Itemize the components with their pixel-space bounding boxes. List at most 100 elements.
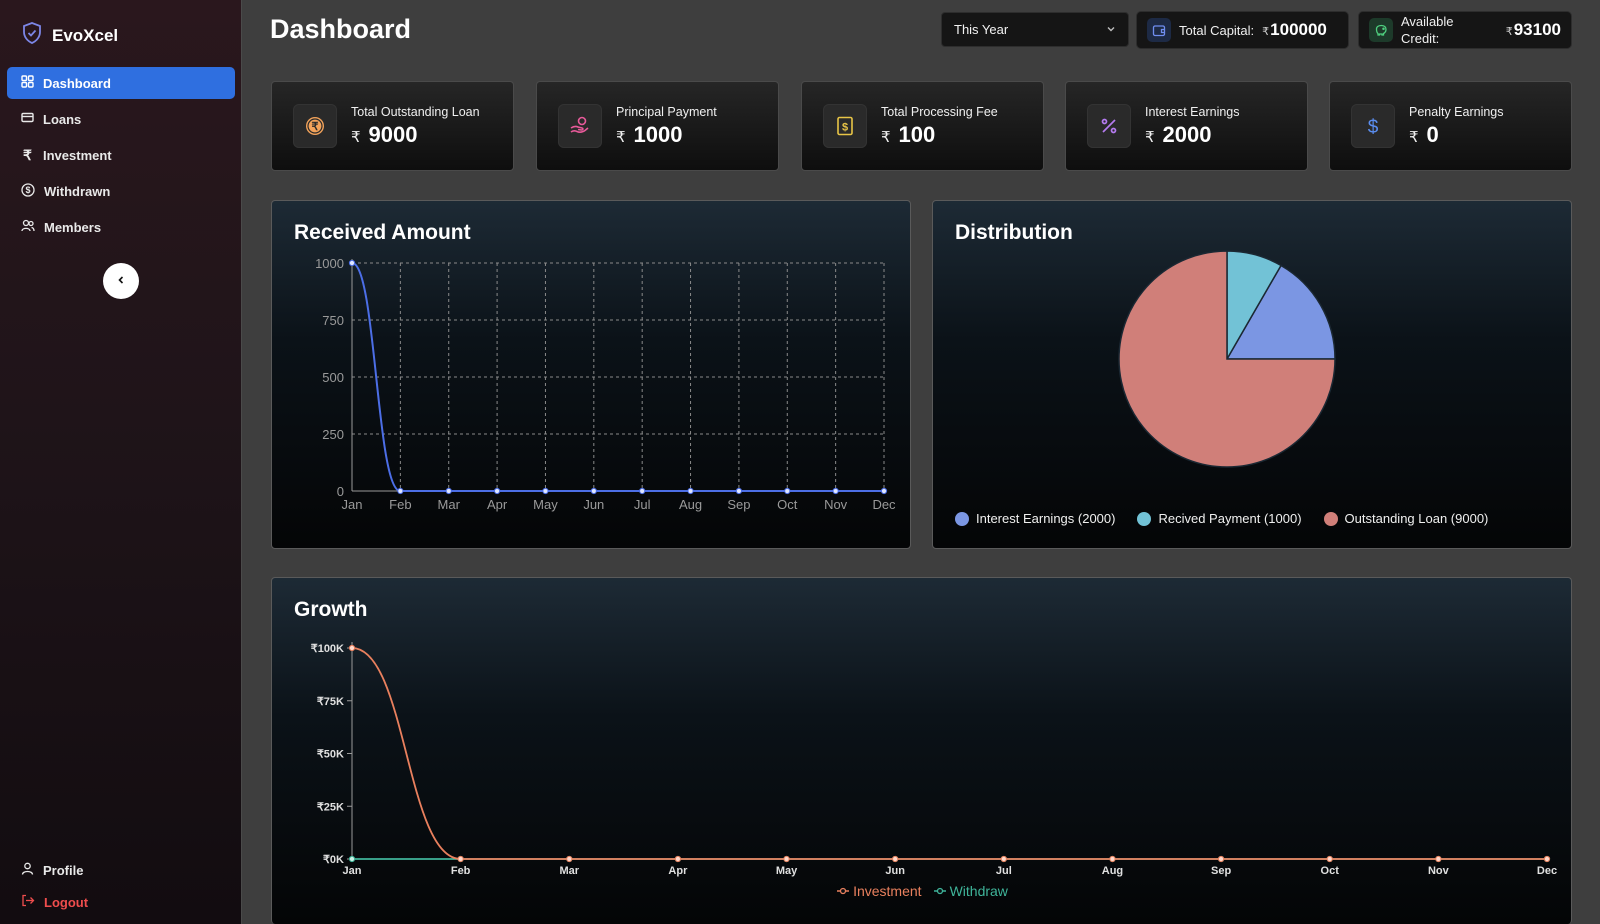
legend-swatch <box>1323 511 1338 526</box>
legend-item-withdraw[interactable]: Withdraw <box>933 883 1008 899</box>
data-point <box>735 487 743 495</box>
data-point <box>348 259 356 267</box>
received-amount-panel: Received Amount 0 250 500 750 1000 Jan Feb Mar A… <box>271 200 911 549</box>
sidebar-item-label: Logout <box>44 894 89 910</box>
stat-label: Penalty Earnings <box>1409 104 1504 119</box>
x-tick-label: Apr <box>487 497 508 512</box>
hand-coin-icon <box>558 104 602 148</box>
y-tick-label: ₹100K <box>311 643 344 655</box>
stat-card-penalty-earnings: $ Penalty Earnings ₹ 0 <box>1329 81 1572 171</box>
data-point <box>832 487 839 495</box>
card-icon <box>21 111 34 127</box>
available-credit-label: Available Credit: <box>1401 14 1454 46</box>
total-capital-value: 100000 <box>1270 20 1327 39</box>
legend-label: Outstanding Loan (9000) <box>1344 511 1489 526</box>
sidebar-item-members[interactable]: Members <box>7 211 235 243</box>
stat-value: 9000 <box>368 121 418 147</box>
sidebar-item-loans[interactable]: Loans <box>7 103 235 135</box>
sidebar-item-profile[interactable]: Profile <box>7 855 235 885</box>
data-point <box>493 487 501 495</box>
data-point <box>880 487 888 495</box>
data-point <box>445 487 452 495</box>
percent-icon <box>1087 104 1131 148</box>
wallet-icon <box>1147 18 1171 42</box>
stat-card-interest-earnings: Interest Earnings ₹ 2000 <box>1065 81 1308 171</box>
brand-name: EvoXcel <box>52 25 119 45</box>
available-credit-value: 93100 <box>1513 20 1561 39</box>
legend-item-interest[interactable]: Interest Earnings (2000) <box>955 511 1115 526</box>
stat-card-principal-payment: Principal Payment ₹ 1000 <box>536 81 779 171</box>
sidebar-nav: Dashboard Loans ₹ Investment $ Withdrawn… <box>7 67 235 247</box>
stat-card-processing-fee: $ Total Processing Fee ₹ 100 <box>801 81 1044 171</box>
available-credit-box: Available Credit: ₹93100 <box>1358 11 1572 49</box>
rupee-coin-icon: ₹ <box>293 104 337 148</box>
page-title: Dashboard <box>270 14 412 44</box>
chevron-left-icon <box>116 272 126 290</box>
distribution-pie-chart <box>1118 250 1336 468</box>
sidebar: EvoXcel Dashboard Loans ₹ Investment $ W… <box>0 0 242 924</box>
sidebar-item-label: Members <box>44 219 102 235</box>
sidebar-item-logout[interactable]: Logout <box>7 887 235 917</box>
legend-label: Investment <box>853 883 922 899</box>
data-point <box>590 487 597 495</box>
stat-currency: ₹ <box>1145 128 1155 146</box>
x-tick-label: Feb <box>451 865 471 877</box>
y-tick-label: ₹50K <box>317 749 344 761</box>
y-tick-label: ₹25K <box>317 801 344 813</box>
sidebar-item-label: Investment <box>43 147 112 163</box>
stat-currency: ₹ <box>616 128 626 146</box>
sidebar-item-label: Profile <box>43 862 84 878</box>
data-point <box>784 487 791 495</box>
sidebar-item-withdrawn[interactable]: $ Withdrawn <box>7 175 235 207</box>
x-tick-label: Nov <box>1428 865 1450 877</box>
legend-label: Interest Earnings (2000) <box>976 511 1116 526</box>
sidebar-item-label: Withdrawn <box>44 183 111 199</box>
dashboard-grid-icon <box>21 75 34 91</box>
data-point <box>783 855 790 863</box>
stat-card-outstanding-loan: ₹ Total Outstanding Loan ₹ 9000 <box>271 81 514 171</box>
received-amount-chart: 02505007501000Jan Feb Mar Apr May Jun Jul Aug Se… <box>315 256 896 512</box>
data-point <box>1000 855 1007 863</box>
data-point <box>639 487 646 495</box>
chevron-down-icon <box>1106 22 1116 37</box>
sidebar-item-dashboard[interactable]: Dashboard <box>7 67 235 99</box>
data-point <box>457 855 464 863</box>
logout-icon <box>21 894 35 910</box>
x-tick-label: Mar <box>559 865 579 877</box>
collapse-sidebar-button[interactable] <box>103 263 139 299</box>
x-tick-label: Feb <box>389 497 411 512</box>
svg-text:$: $ <box>25 185 30 195</box>
user-icon <box>21 862 34 878</box>
stat-value: 100 <box>898 121 936 147</box>
total-capital-box: Total Capital: ₹100000 <box>1136 11 1349 49</box>
x-tick-label: Oct <box>1321 865 1340 877</box>
x-tick-label: Dec <box>872 497 896 512</box>
legend-swatch <box>955 511 969 526</box>
x-tick-label: Jul <box>634 497 651 512</box>
legend-item-outstanding[interactable]: Outstanding Loan (9000) <box>1323 511 1489 526</box>
x-tick-label: Jun <box>885 865 905 877</box>
period-select[interactable]: This Year <box>941 12 1129 47</box>
sidebar-item-investment[interactable]: ₹ Investment <box>7 139 235 171</box>
data-point <box>397 487 404 495</box>
legend-item-investment[interactable]: Investment <box>837 883 922 899</box>
data-point <box>1109 855 1116 863</box>
total-capital-label: Total Capital: <box>1179 22 1255 38</box>
stat-label: Total Outstanding Loan <box>351 104 480 119</box>
svg-text:$: $ <box>842 122 848 134</box>
stat-label: Total Processing Fee <box>881 104 998 119</box>
x-tick-label: Aug <box>1102 865 1123 877</box>
sidebar-bottom-nav: Profile Logout <box>7 855 235 919</box>
brand[interactable]: EvoXcel <box>22 22 118 49</box>
stat-currency: ₹ <box>351 128 361 146</box>
legend-label: Withdraw <box>949 883 1008 899</box>
stat-currency: ₹ <box>1409 128 1419 146</box>
dollar-icon: $ <box>1351 104 1395 148</box>
data-point <box>687 487 694 495</box>
stat-label: Interest Earnings <box>1145 104 1240 119</box>
x-tick-label: Jan <box>343 865 362 877</box>
data-point <box>348 855 356 863</box>
legend-item-received[interactable]: Recived Payment (1000) <box>1137 511 1302 526</box>
growth-title: Growth <box>294 598 368 621</box>
legend-line-icon <box>933 887 946 895</box>
